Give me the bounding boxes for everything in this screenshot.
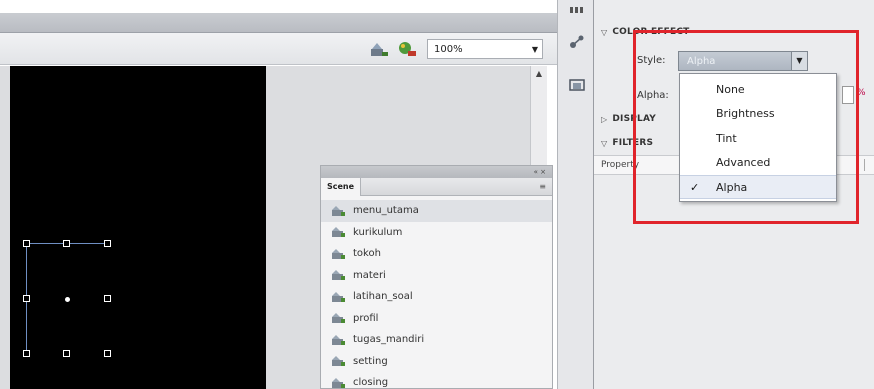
chevron-down-icon: ▼ xyxy=(531,44,539,54)
scene-label: tokoh xyxy=(353,248,381,260)
scene-panel-header: Scene ≡ xyxy=(321,177,552,196)
highlight-frame xyxy=(633,30,859,224)
library-icon[interactable] xyxy=(567,76,587,94)
scene-icon xyxy=(332,270,345,281)
transform-handle[interactable] xyxy=(23,350,30,357)
tool-column xyxy=(557,0,594,389)
transform-handle[interactable] xyxy=(23,295,30,302)
collapse-triangle-icon: ▽ xyxy=(601,27,608,37)
scene-label: materi xyxy=(353,269,386,281)
scene-list-item[interactable]: profil xyxy=(321,308,552,330)
scene-list-item[interactable]: closing xyxy=(321,372,552,389)
motion-editor-icon[interactable] xyxy=(567,33,587,51)
panel-menu-icon[interactable]: ≡ xyxy=(539,182,546,191)
stage-canvas[interactable] xyxy=(10,66,266,389)
zoom-select[interactable]: 100% ▼ xyxy=(427,39,543,59)
transform-handle[interactable] xyxy=(104,240,111,247)
edit-symbol-icon[interactable] xyxy=(369,40,389,58)
scene-list-item[interactable]: materi xyxy=(321,265,552,287)
scene-icon xyxy=(332,291,345,302)
transform-handle[interactable] xyxy=(23,240,30,247)
scene-list-item[interactable]: tokoh xyxy=(321,243,552,265)
scene-panel-controls[interactable]: « × xyxy=(321,166,552,178)
expand-triangle-icon: ▷ xyxy=(601,114,608,124)
scene-label: menu_utama xyxy=(353,205,419,217)
top-strip xyxy=(0,0,557,13)
scroll-up-icon[interactable]: ▲ xyxy=(534,69,544,79)
scene-list-item[interactable]: menu_utama xyxy=(321,200,552,222)
scene-icon xyxy=(332,334,345,345)
transform-handle[interactable] xyxy=(63,350,70,357)
scene-label: kurikulum xyxy=(353,226,403,238)
transform-handle[interactable] xyxy=(63,240,70,247)
transform-handle[interactable] xyxy=(104,295,111,302)
scene-list: menu_utama kurikulum tokoh materi latihan_so… xyxy=(321,196,552,389)
scene-label: profil xyxy=(353,312,379,324)
scene-label: latihan_soal xyxy=(353,291,413,303)
scene-label: setting xyxy=(353,355,388,367)
transform-handle[interactable] xyxy=(104,350,111,357)
scene-panel: « × Scene ≡ menu_utama kurikulum tokoh mate… xyxy=(320,165,553,389)
column-divider xyxy=(864,159,865,171)
zoom-value: 100% xyxy=(434,43,463,55)
collapse-triangle-icon: ▽ xyxy=(601,138,608,148)
scene-label: tugas_mandiri xyxy=(353,334,425,346)
scene-list-item[interactable]: kurikulum xyxy=(321,222,552,244)
scene-icon xyxy=(332,227,345,238)
scene-icon xyxy=(332,377,345,388)
scene-icon xyxy=(332,248,345,259)
edit-scene-icon[interactable] xyxy=(397,40,417,58)
scene-list-item[interactable]: latihan_soal xyxy=(321,286,552,308)
scene-label: closing xyxy=(353,377,389,389)
scene-icon xyxy=(332,313,345,324)
scene-icon xyxy=(332,356,345,367)
document-toolbar: 100% ▼ xyxy=(0,33,557,65)
document-titlebar xyxy=(0,13,557,33)
panel-grip-icon[interactable] xyxy=(567,4,587,22)
transform-center-point[interactable] xyxy=(65,297,70,302)
scene-list-item[interactable]: setting xyxy=(321,351,552,373)
scene-icon xyxy=(332,205,345,216)
tab-scene[interactable]: Scene xyxy=(321,177,362,196)
scene-list-item[interactable]: tugas_mandiri xyxy=(321,329,552,351)
